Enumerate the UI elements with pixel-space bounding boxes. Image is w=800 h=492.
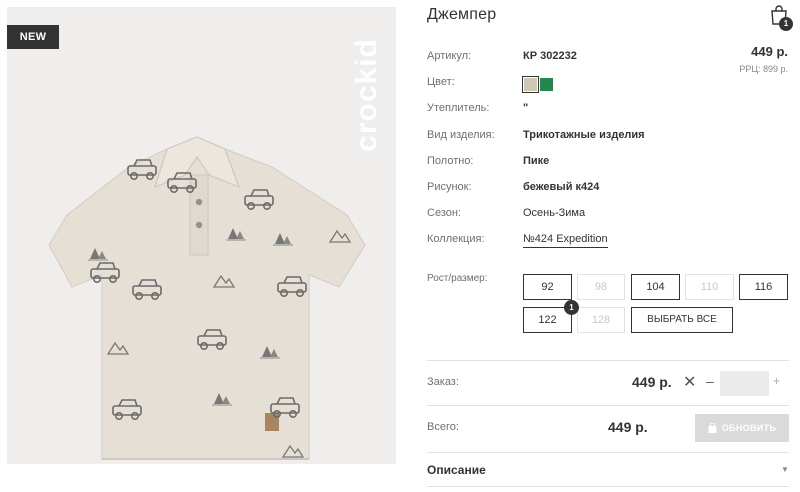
remove-item-icon[interactable]: ✕ [683, 372, 696, 392]
spec-label: Сезон: [427, 207, 461, 219]
cart-button[interactable]: 1 [768, 4, 793, 31]
collection-link[interactable]: №424 Expedition [523, 232, 608, 248]
size-option-116[interactable]: 116 [739, 274, 788, 300]
spec-label: Цвет: [427, 76, 455, 88]
product-image[interactable]: NEW crockid [7, 7, 396, 464]
total-label: Всего: [427, 421, 459, 433]
spec-value: Пике [523, 155, 550, 167]
spec-value: КР 302232 [523, 50, 577, 62]
order-price: 449 р. [632, 374, 672, 390]
size-quantity-badge: 1 [564, 300, 579, 315]
spec-value: Трикотажные изделия [523, 129, 645, 141]
divider [427, 405, 789, 406]
spec-value: Осень-Зима [523, 207, 586, 219]
size-option-110: 110 [685, 274, 734, 300]
quantity-input[interactable] [720, 371, 769, 396]
color-swatch-green[interactable] [540, 78, 553, 91]
spec-value: бежевый к424 [523, 181, 600, 193]
recommended-retail-price: РРЦ: 899 р. [739, 64, 788, 74]
quantity-decrease-button[interactable]: – [706, 373, 714, 389]
polo-shirt-illustration [48, 136, 366, 460]
divider [427, 486, 789, 487]
divider [427, 452, 789, 453]
quantity-increase-button[interactable]: + [773, 374, 780, 388]
size-option-128: 128 [577, 307, 625, 333]
spec-value: " [523, 102, 529, 114]
shopping-bag-icon [708, 422, 717, 433]
product-title: Джемпер [427, 6, 497, 23]
size-option-104[interactable]: 104 [631, 274, 680, 300]
product-price: 449 р. [751, 44, 788, 59]
select-all-sizes-button[interactable]: ВЫБРАТЬ ВСЕ [631, 307, 733, 333]
total-price: 449 р. [608, 419, 648, 435]
cart-count-badge: 1 [779, 17, 793, 31]
spec-label: Рисунок: [427, 181, 472, 193]
new-badge: NEW [7, 25, 59, 49]
order-label: Заказ: [427, 376, 459, 388]
size-option-92[interactable]: 92 [523, 274, 572, 300]
divider [427, 360, 789, 361]
spec-label: Утеплитель: [427, 102, 490, 114]
color-swatch-beige[interactable] [522, 76, 539, 93]
chevron-down-icon[interactable]: ▼ [781, 465, 789, 474]
size-label: Рост/размер: [427, 273, 488, 284]
update-button-label: ОБНОВИТЬ [721, 423, 777, 433]
spec-label: Вид изделия: [427, 129, 495, 141]
size-option-98: 98 [577, 274, 625, 300]
spec-label: Коллекция: [427, 233, 485, 245]
spec-label: Артикул: [427, 50, 472, 62]
update-button[interactable]: ОБНОВИТЬ [695, 414, 789, 442]
description-toggle[interactable]: Описание [427, 463, 486, 477]
spec-label: Полотно: [427, 155, 474, 167]
